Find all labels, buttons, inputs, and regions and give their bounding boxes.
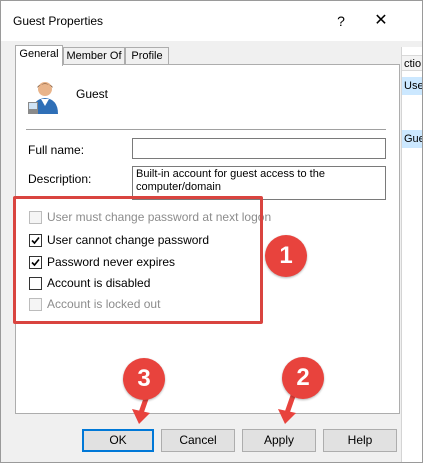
help-title-button[interactable]: ?	[329, 10, 353, 32]
window-title: Guest Properties	[13, 14, 104, 28]
ok-button[interactable]: OK	[82, 429, 154, 452]
background-column-header: ctio	[402, 55, 422, 71]
tab-profile[interactable]: Profile	[125, 47, 169, 64]
help-button[interactable]: Help	[323, 429, 397, 452]
title-bar: Guest Properties ? ✕	[1, 1, 422, 41]
apply-button[interactable]: Apply	[242, 429, 316, 452]
annotation-badge-1: 1	[265, 235, 307, 277]
dialog-window: ctio User Gues Guest Properties ? ✕ Gene…	[0, 0, 423, 463]
tab-general[interactable]: General	[15, 45, 63, 66]
background-list-item[interactable]: Gues	[402, 130, 422, 148]
close-button[interactable]: ✕	[369, 10, 393, 32]
annotation-badge-2: 2	[282, 357, 324, 399]
background-list-item[interactable]: User	[402, 77, 422, 95]
annotation-highlight-box	[13, 196, 263, 324]
tab-member-of[interactable]: Member Of	[63, 47, 125, 64]
cancel-button[interactable]: Cancel	[161, 429, 235, 452]
annotation-badge-3: 3	[123, 358, 165, 400]
background-window: ctio User Gues	[401, 47, 422, 462]
